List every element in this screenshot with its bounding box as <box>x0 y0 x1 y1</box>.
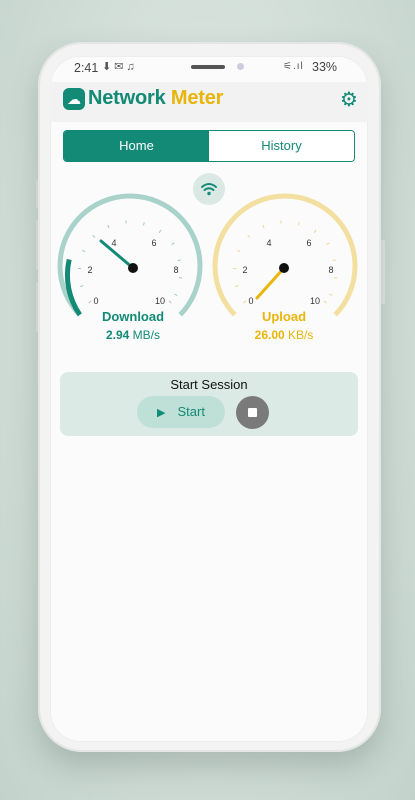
download-needle-hub <box>128 263 138 273</box>
play-icon: ▶ <box>157 407 166 419</box>
tab-bar: Home History <box>63 130 355 162</box>
gear-icon[interactable]: ⚙ <box>338 89 360 111</box>
download-gauge-ticks <box>77 220 183 304</box>
upload-gauge: 0 2 4 6 8 10 <box>212 193 358 317</box>
session-title: Start Session <box>170 377 248 392</box>
signal-icon: ⚟.ıl <box>283 61 304 72</box>
stop-icon <box>248 408 257 417</box>
upload-tick-label: 0 <box>248 296 253 306</box>
download-speed-unit: MB/s <box>132 328 161 342</box>
download-tick-label: 8 <box>173 265 178 275</box>
download-label: Download <box>101 309 165 324</box>
start-button-label: Start <box>177 404 205 419</box>
phone-side-button <box>381 240 385 304</box>
download-speed-value: 2.94 <box>105 328 130 342</box>
download-gauge-progress <box>65 258 82 317</box>
download-tick-label: 10 <box>155 296 165 306</box>
stop-button[interactable] <box>236 396 269 429</box>
battery-level: 33% <box>312 60 338 74</box>
speed-gauges: 0 2 4 6 8 10 0 2 4 6 8 10 <box>57 193 358 317</box>
upload-tick-label: 10 <box>310 296 320 306</box>
tab-history[interactable]: History <box>209 131 354 161</box>
speaker-pill <box>191 65 225 69</box>
status-bar: 2:41 ⬇✉♫ ⚟.ıl 33% <box>50 56 368 80</box>
upload-label: Upload <box>261 309 307 324</box>
download-tick-label: 2 <box>87 265 92 275</box>
download-tick-label: 4 <box>111 238 116 248</box>
upload-gauge-track <box>212 193 358 317</box>
app-logo-icon: ☁ <box>63 88 85 110</box>
upload-tick-label: 4 <box>266 238 271 248</box>
app-title-part1: Network <box>88 87 166 109</box>
download-speed: 2.94 MB/s <box>83 328 183 342</box>
status-time: 2:41 <box>74 61 99 75</box>
front-camera <box>237 63 244 70</box>
upload-tick-label: 2 <box>242 265 247 275</box>
upload-needle-hub <box>279 263 289 273</box>
upload-speed-unit: KB/s <box>288 328 314 342</box>
download-tick-label: 0 <box>93 296 98 306</box>
app-title: Network Meter <box>88 87 223 110</box>
download-needle <box>99 239 135 270</box>
download-gauge: 0 2 4 6 8 10 <box>57 193 203 317</box>
session-panel: Start Session ▶ Start <box>60 372 358 436</box>
app-title-part2: Meter <box>170 87 224 109</box>
upload-tick-label: 6 <box>306 238 311 248</box>
upload-needle <box>255 266 286 300</box>
tab-home[interactable]: Home <box>64 131 209 161</box>
gauges-area: 0 2 4 6 8 10 0 2 4 6 8 10 Download 2.94 … <box>50 188 368 348</box>
download-tick-label: 6 <box>151 238 156 248</box>
notification-icons: ⬇✉♫ <box>102 61 138 73</box>
upload-speed: 26.00 KB/s <box>234 328 334 342</box>
upload-speed-value: 26.00 <box>254 328 285 342</box>
download-gauge-track <box>57 193 203 317</box>
upload-gauge-ticks <box>232 220 338 304</box>
start-button[interactable]: ▶ Start <box>137 396 225 428</box>
app-bar: ☁ Network Meter ⚙ <box>50 82 368 122</box>
upload-tick-label: 8 <box>328 265 333 275</box>
app-screen: 2:41 ⬇✉♫ ⚟.ıl 33% ☁ Network Meter ⚙ Home… <box>50 56 368 742</box>
